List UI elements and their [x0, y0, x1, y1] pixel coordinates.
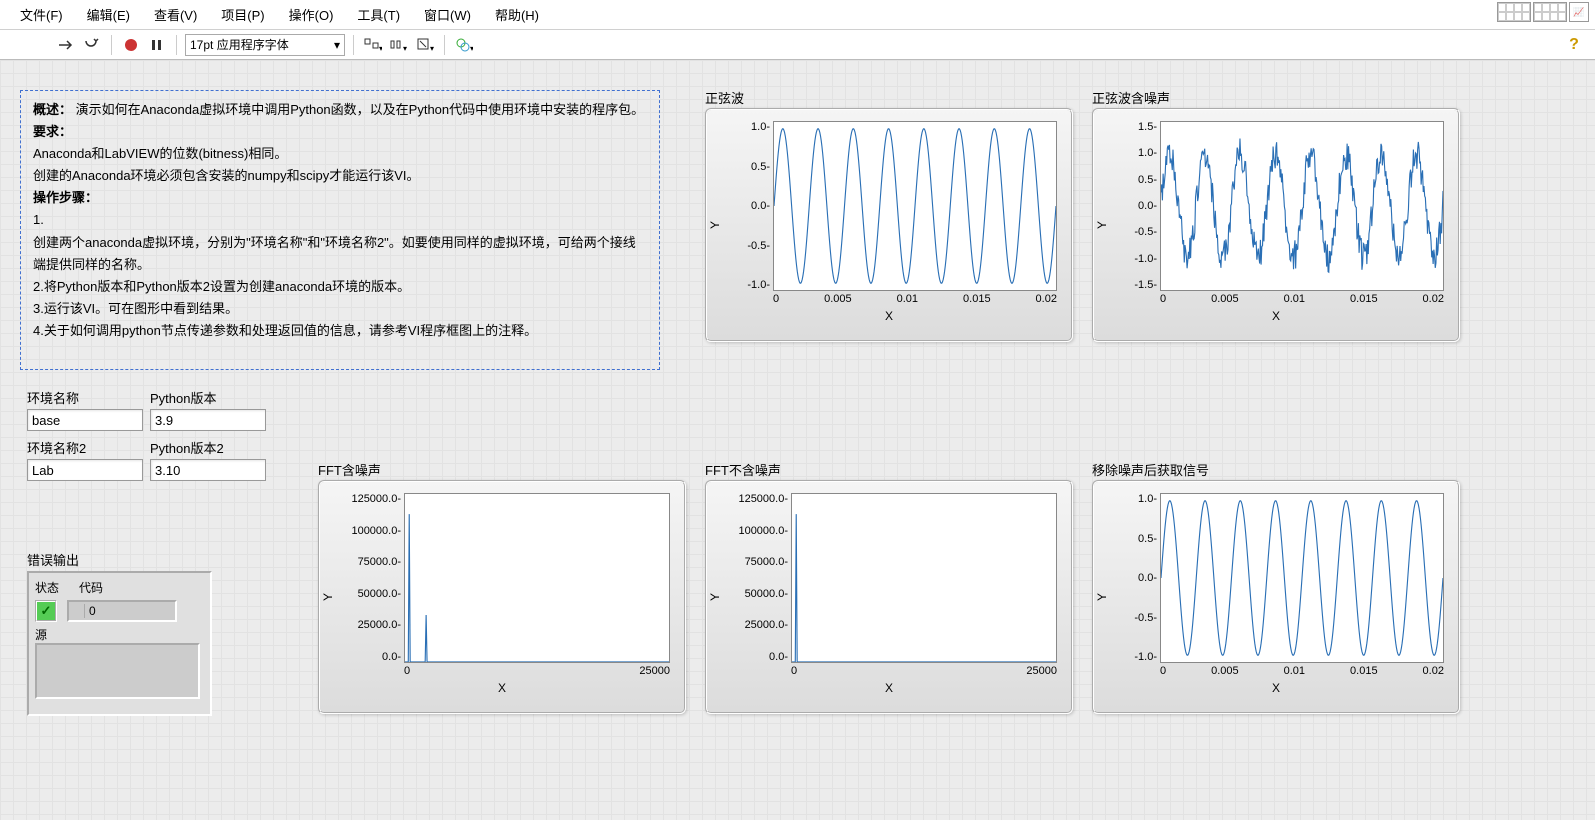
menu-file[interactable]: 文件(F)	[8, 2, 75, 27]
error-status-indicator: ✓	[35, 600, 57, 622]
req-text-1: Anaconda和LabVIEW的位数(bitness)相同。	[33, 146, 287, 161]
error-out-label: 错误输出	[27, 550, 212, 569]
overview-text: 演示如何在Anaconda虚拟环境中调用Python函数，以及在Python代码…	[76, 102, 645, 117]
help-icon[interactable]: ?	[1563, 34, 1585, 56]
distribute-icon[interactable]: ▾	[388, 34, 410, 56]
graph-4-plot	[791, 493, 1057, 663]
font-selector[interactable]: 17pt 应用程序字体 ▾	[185, 34, 345, 56]
steps-label: 操作步骤：	[33, 190, 98, 205]
req-label: 要求：	[33, 124, 72, 139]
graph-5-ylabel: Y	[1095, 593, 1109, 601]
run-arrow-icon[interactable]	[55, 34, 77, 56]
error-panel: 状态 代码 ✓ 0 源	[27, 571, 212, 716]
graph-4-yticks: 125000.0-100000.0-75000.0-50000.0-25000.…	[727, 493, 791, 663]
grid-icon[interactable]	[1497, 2, 1531, 22]
python-ver-1-input[interactable]: 3.9	[150, 409, 266, 431]
env-name-1-label: 环境名称	[27, 388, 143, 407]
menu-operate[interactable]: 操作(O)	[277, 2, 346, 27]
graph-3-yticks: 125000.0-100000.0-75000.0-50000.0-25000.…	[340, 493, 404, 663]
graph-1-title: 正弦波	[705, 88, 744, 107]
graph-1-plot	[773, 121, 1057, 291]
step-4: 4.关于如何调用python节点传递参数和处理返回值的信息，请参考VI程序框图上…	[33, 323, 537, 338]
graph-4-title: FFT不含噪声	[705, 460, 781, 479]
env-name-2-label: 环境名称2	[27, 438, 143, 457]
env-name-2-input[interactable]: Lab	[27, 459, 143, 481]
graph-1-xticks: 00.0050.010.0150.02	[773, 291, 1057, 305]
graph-2-xlabel: X	[1100, 309, 1452, 323]
graph-1-xlabel: X	[713, 309, 1065, 323]
graph-5-xlabel: X	[1100, 681, 1452, 695]
python-ver-2-control: Python版本2 3.10	[150, 438, 266, 481]
topright-pane-icons: 📈	[1497, 2, 1589, 22]
python-ver-2-input[interactable]: 3.10	[150, 459, 266, 481]
step-1a: 1.	[33, 212, 44, 227]
graph-fft-clean[interactable]: Y 125000.0-100000.0-75000.0-50000.0-2500…	[705, 480, 1073, 714]
svg-text:▾: ▾	[470, 44, 473, 53]
graph-5-xticks: 00.0050.010.0150.02	[1160, 663, 1444, 677]
error-source-value[interactable]	[35, 643, 200, 699]
align-icon[interactable]: ▾	[362, 34, 384, 56]
graph-4-xticks: 025000	[791, 663, 1057, 677]
graph-2-xticks: 00.0050.010.0150.02	[1160, 291, 1444, 305]
graph-1-yticks: 1.0-0.5-0.0--0.5--1.0-	[727, 121, 773, 291]
labview-icon[interactable]: 📈	[1569, 2, 1589, 22]
graph-5-plot	[1160, 493, 1444, 663]
resize-icon[interactable]: ▾	[414, 34, 436, 56]
menu-project[interactable]: 项目(P)	[209, 2, 276, 27]
svg-text:▾: ▾	[403, 44, 407, 53]
description-box: 概述： 演示如何在Anaconda虚拟环境中调用Python函数，以及在Pyth…	[20, 90, 660, 370]
graph-4-ylabel: Y	[708, 593, 722, 601]
error-status-label: 状态	[35, 579, 59, 596]
overview-label: 概述：	[33, 102, 72, 117]
graph-3-xlabel: X	[326, 681, 678, 695]
graph-sine-noise[interactable]: Y 1.5-1.0-0.5-0.0--0.5--1.0--1.5- 00.005…	[1092, 108, 1460, 342]
reorder-icon[interactable]: ▾	[453, 34, 475, 56]
graph-1-ylabel: Y	[708, 221, 722, 229]
python-ver-1-control: Python版本 3.9	[150, 388, 266, 431]
grid-icon-2[interactable]	[1533, 2, 1567, 22]
graph-2-plot	[1160, 121, 1444, 291]
font-selector-text: 17pt 应用程序字体	[190, 36, 289, 53]
graph-5-title: 移除噪声后获取信号	[1092, 460, 1209, 479]
menu-view[interactable]: 查看(V)	[142, 2, 209, 27]
svg-text:▾: ▾	[379, 44, 382, 53]
front-panel-canvas: 概述： 演示如何在Anaconda虚拟环境中调用Python函数，以及在Pyth…	[0, 60, 1595, 820]
error-source-label: 源	[35, 626, 204, 643]
pause-icon[interactable]	[146, 34, 168, 56]
graph-3-ylabel: Y	[321, 593, 335, 601]
abort-icon[interactable]	[120, 34, 142, 56]
graph-2-ylabel: Y	[1095, 221, 1109, 229]
step-2: 2.将Python版本和Python版本2设置为创建anaconda环境的版本。	[33, 279, 410, 294]
menu-bar: 文件(F) 编辑(E) 查看(V) 项目(P) 操作(O) 工具(T) 窗口(W…	[0, 0, 1595, 30]
svg-text:▾: ▾	[430, 44, 434, 53]
graph-3-plot	[404, 493, 670, 663]
graph-2-yticks: 1.5-1.0-0.5-0.0--0.5--1.0--1.5-	[1114, 121, 1160, 291]
toolbar: 17pt 应用程序字体 ▾ ▾ ▾ ▾ ▾ ?	[0, 30, 1595, 60]
graph-recovered[interactable]: Y 1.0-0.5-0.0--0.5--1.0- 00.0050.010.015…	[1092, 480, 1460, 714]
menu-edit[interactable]: 编辑(E)	[75, 2, 142, 27]
graph-3-xticks: 025000	[404, 663, 670, 677]
error-code-label: 代码	[79, 579, 103, 596]
menu-help[interactable]: 帮助(H)	[483, 2, 551, 27]
menu-tools[interactable]: 工具(T)	[345, 2, 412, 27]
error-code-value[interactable]: 0	[67, 600, 177, 622]
step-1b: 创建两个anaconda虚拟环境，分别为"环境名称"和"环境名称2"。如要使用同…	[33, 235, 636, 272]
env-name-2-control: 环境名称2 Lab	[27, 438, 143, 481]
menu-window[interactable]: 窗口(W)	[412, 2, 483, 27]
graph-sine[interactable]: Y 1.0-0.5-0.0--0.5--1.0- 00.0050.010.015…	[705, 108, 1073, 342]
graph-3-title: FFT含噪声	[318, 460, 381, 479]
req-text-2: 创建的Anaconda环境必须包含安装的numpy和scipy才能运行该VI。	[33, 168, 419, 183]
env-name-1-input[interactable]: base	[27, 409, 143, 431]
graph-fft-noise[interactable]: Y 125000.0-100000.0-75000.0-50000.0-2500…	[318, 480, 686, 714]
python-ver-2-label: Python版本2	[150, 438, 266, 457]
graph-4-xlabel: X	[713, 681, 1065, 695]
step-3: 3.运行该VI。可在图形中看到结果。	[33, 301, 238, 316]
error-out-cluster: 错误输出 状态 代码 ✓ 0 源	[27, 550, 212, 716]
graph-2-title: 正弦波含噪声	[1092, 88, 1170, 107]
graph-5-yticks: 1.0-0.5-0.0--0.5--1.0-	[1114, 493, 1160, 663]
chevron-down-icon: ▾	[334, 38, 340, 52]
run-continuous-icon[interactable]	[81, 34, 103, 56]
python-ver-1-label: Python版本	[150, 388, 266, 407]
env-name-1-control: 环境名称 base	[27, 388, 143, 431]
